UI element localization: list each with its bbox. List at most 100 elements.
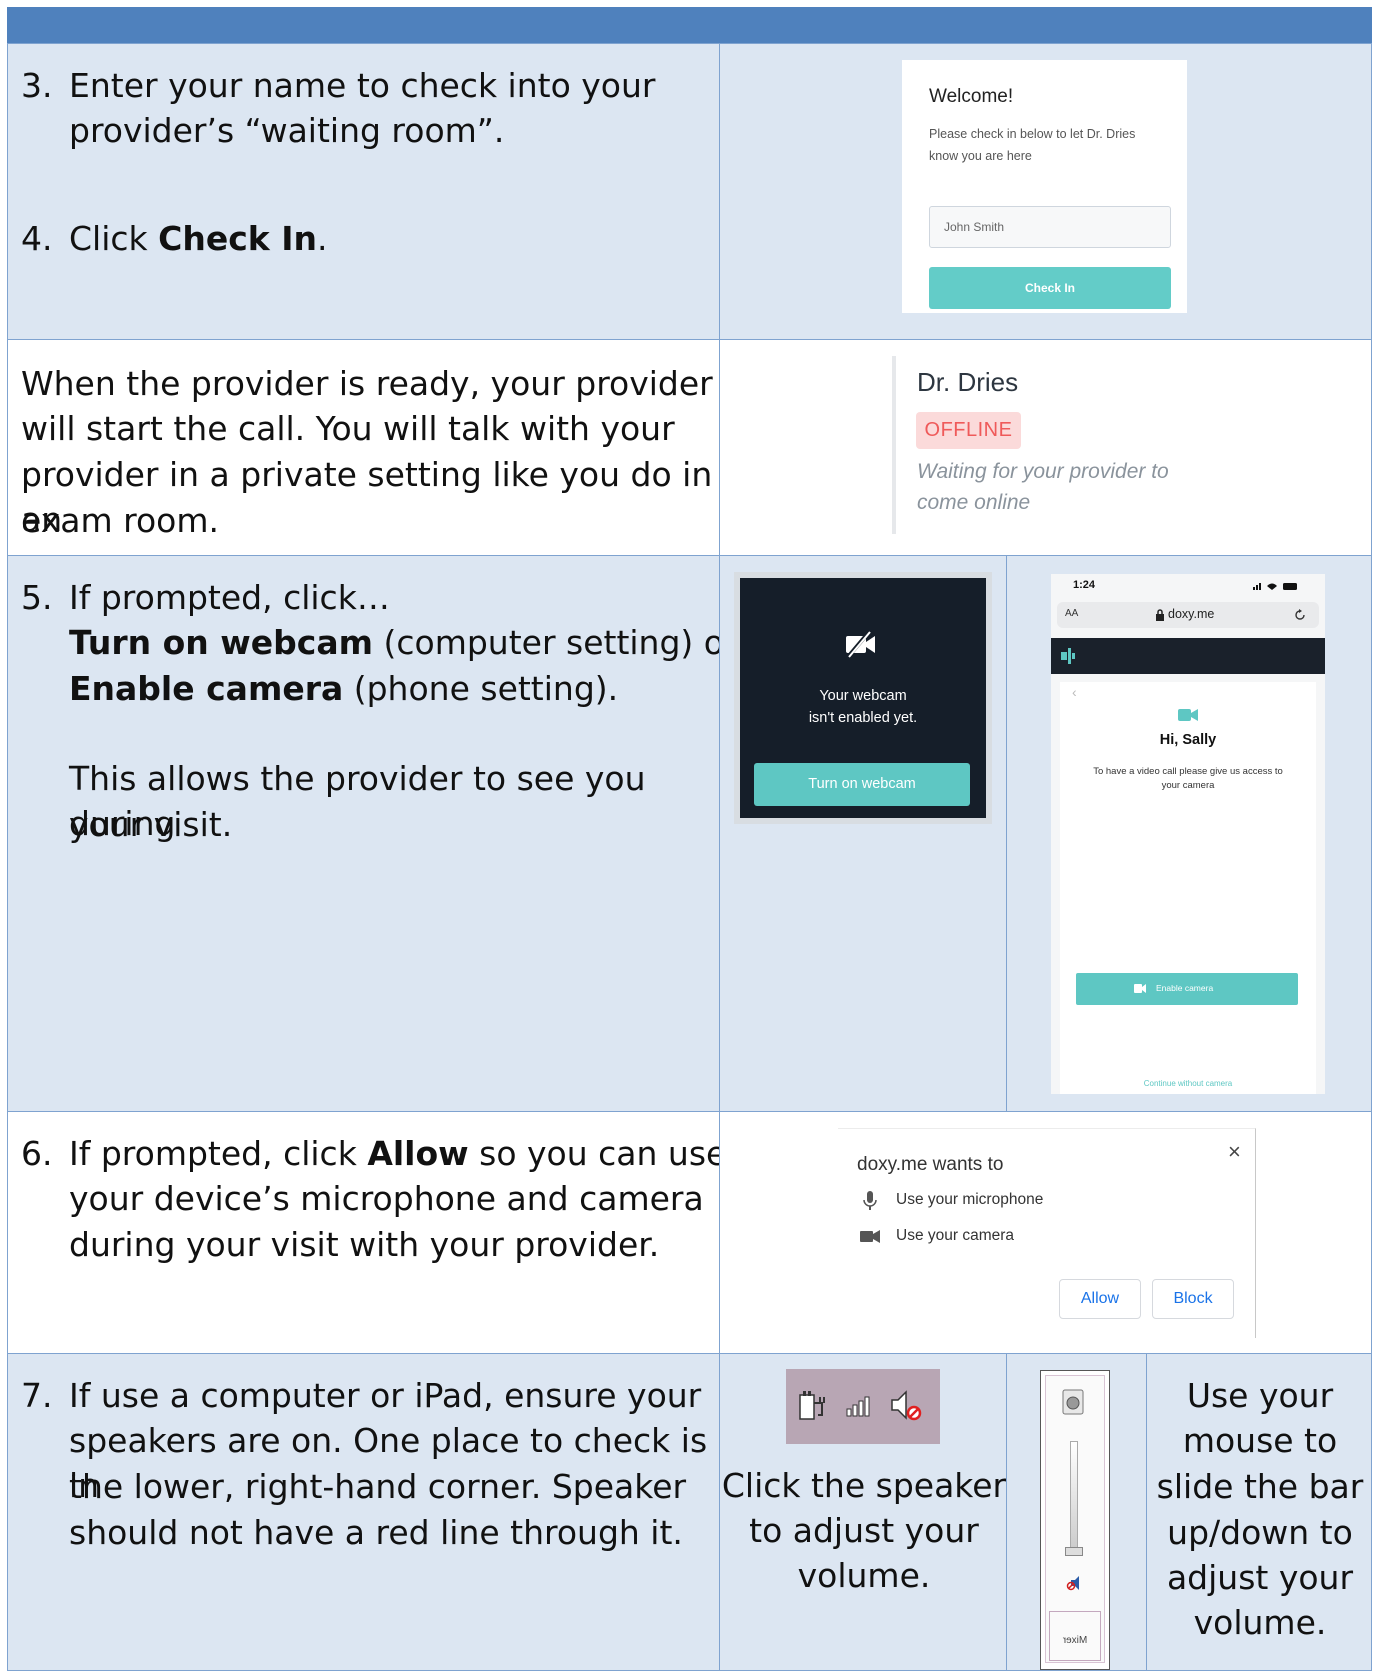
close-icon[interactable]: × [1228,1139,1241,1165]
volume-mixer-window: Mixer [1040,1370,1110,1670]
microphone-permission-label: Use your microphone [896,1191,1044,1208]
phone-message-line-1: To have a video call please give us acce… [1093,766,1283,777]
allow-button[interactable]: Allow [1059,1279,1141,1319]
step-6-line-3: during your visit with your provider. [69,1225,660,1264]
block-button[interactable]: Block [1152,1279,1234,1319]
step-7-number: 7. [21,1376,53,1415]
slider-caption-cell: Use your mouse to slide the bar up/down … [1146,1353,1372,1671]
step-6-line-1: If prompted, click Allow so you can use [69,1131,726,1176]
provider-ready-line-2: will start the call. You will talk with … [21,409,675,448]
waiting-line-2: come online [917,491,1031,514]
phone-content-card: ‹ Hi, Sally To have a video call please … [1060,682,1316,1094]
step-5-para-line-2: your visit. [69,805,233,844]
enable-camera-label: Enable camera [1156,983,1214,993]
step-3-4-text-cell: 3. Enter your name to check into your pr… [7,43,720,340]
phone-url: doxy.me [1168,607,1215,621]
mute-toggle-icon[interactable] [1065,1575,1083,1591]
provider-name: Dr. Dries [917,367,1019,397]
provider-ready-text-cell: When the provider is ready, your provide… [7,339,720,556]
step-5-line-2-rest: (computer setting) or [373,623,738,662]
status-divider [892,356,896,534]
power-plug-icon [799,1391,825,1420]
volume-slider-track[interactable] [1070,1441,1078,1549]
step-4-number: 4. [21,219,53,258]
turn-on-webcam-button[interactable]: Turn on webcam [754,763,970,806]
phone-app-header [1051,638,1325,674]
step-4-text: Click Check In. [69,216,328,261]
volume-slider-thumb[interactable] [1065,1547,1083,1556]
phone-status-icons [1253,583,1297,590]
name-input[interactable]: John Smith [929,206,1171,248]
system-tray [786,1369,940,1444]
step-5-text-cell: 5. If prompted, click… Turn on webcam (c… [7,555,738,1112]
enable-camera-bold: Enable camera [69,669,344,708]
step-5-line-1: If prompted, click… [69,578,390,617]
lock-icon [1156,609,1164,621]
speaker-caption-line-2: to adjust your [749,1511,979,1550]
slider-caption-line-5: adjust your [1166,1558,1354,1597]
check-in-button[interactable]: Check In [929,267,1171,309]
phone-greeting: Hi, Sally [1159,732,1217,748]
step-6-suffix: so you can use [468,1134,727,1173]
step-3-number: 3. [21,66,53,105]
text-size-button[interactable]: AA [1065,608,1078,619]
turn-on-webcam-bold: Turn on webcam [69,623,373,662]
webcam-card: Your webcam isn't enabled yet. Turn on w… [740,578,986,818]
step-3-line-2: provider’s “waiting room”. [69,111,505,150]
waiting-line-1: Waiting for your provider to [917,460,1169,483]
slider-caption-line-6: volume. [1193,1603,1327,1642]
step-4-bold: Check In [158,219,317,258]
phone-back-button[interactable]: ‹ [1072,684,1077,700]
step-5-line-3: Enable camera (phone setting). [69,666,618,711]
provider-ready-line-4: exam room. [21,501,219,540]
permission-title: doxy.me wants to [857,1154,1004,1175]
provider-ready-line-1: When the provider is ready, your provide… [21,364,713,403]
enable-camera-button[interactable]: Enable camera [1076,973,1298,1005]
step-3-line-1: Enter your name to check into your [69,66,656,105]
video-camera-icon [1178,709,1198,721]
volume-slider-cell: Mixer [1006,1353,1147,1671]
microphone-icon [863,1191,877,1210]
table-header-bar [7,7,1372,44]
camera-icon [860,1230,880,1243]
step-5-number: 5. [21,578,53,617]
speaker-caption-line-1: Click the speaker [721,1466,1007,1505]
step-7-line-1: If use a computer or iPad, ensure your [69,1376,702,1415]
webcam-text-line-2: isn't enabled yet. [808,710,918,726]
status-badge: OFFLINE [916,412,1021,449]
speaker-muted-icon[interactable] [890,1389,922,1423]
phone-screenshot: 1:24 AA doxy.me ‹ Hi, Sally To have a vi… [1051,574,1325,1094]
step-4-suffix: . [317,219,328,258]
slider-caption-line-4: up/down to [1167,1513,1353,1552]
step-6-prefix: If prompted, click [69,1134,368,1173]
enable-camera-icon [1134,984,1146,993]
step-5-line-2: Turn on webcam (computer setting) or [69,620,738,665]
network-signal-icon [846,1396,870,1417]
welcome-card: Welcome! Please check in below to let Dr… [902,60,1187,313]
allow-bold: Allow [367,1134,469,1173]
step-6-number: 6. [21,1134,53,1173]
continue-without-camera-link[interactable]: Continue without camera [1060,1079,1316,1088]
step-7-text-cell: 7. If use a computer or iPad, ensure you… [7,1353,720,1671]
slider-caption-line-2: mouse to [1182,1421,1338,1460]
step-6-text-cell: 6. If prompted, click Allow so you can u… [7,1111,726,1354]
step-6-line-2: your device’s microphone and camera [69,1179,704,1218]
webcam-text-line-1: Your webcam [819,688,907,704]
speaker-caption-line-3: volume. [797,1556,931,1595]
phone-image-cell: 1:24 AA doxy.me ‹ Hi, Sally To have a vi… [1006,555,1372,1112]
welcome-body-line-1: Please check in below to let Dr. Dries [929,127,1136,141]
step-4-prefix: Click [69,219,159,258]
doxy-logo-icon [1061,648,1075,664]
permission-dialog: doxy.me wants to × Use your microphone U… [838,1128,1256,1338]
slider-caption-line-1: Use your [1186,1376,1334,1415]
step-7-line-3: the lower, right-hand corner. Speaker [69,1467,687,1506]
welcome-body-line-2: know you are here [929,149,1032,163]
permission-image-cell: doxy.me wants to × Use your microphone U… [719,1111,1372,1354]
mixer-button[interactable]: Mixer [1049,1635,1101,1646]
phone-message-line-2: your camera [1161,780,1215,791]
step-3-4-image-cell: Welcome! Please check in below to let Dr… [719,43,1372,340]
speaker-device-icon [1062,1389,1084,1415]
reload-icon[interactable] [1294,609,1306,621]
step-5-line-3-rest: (phone setting). [343,669,619,708]
camera-off-icon [845,630,875,660]
